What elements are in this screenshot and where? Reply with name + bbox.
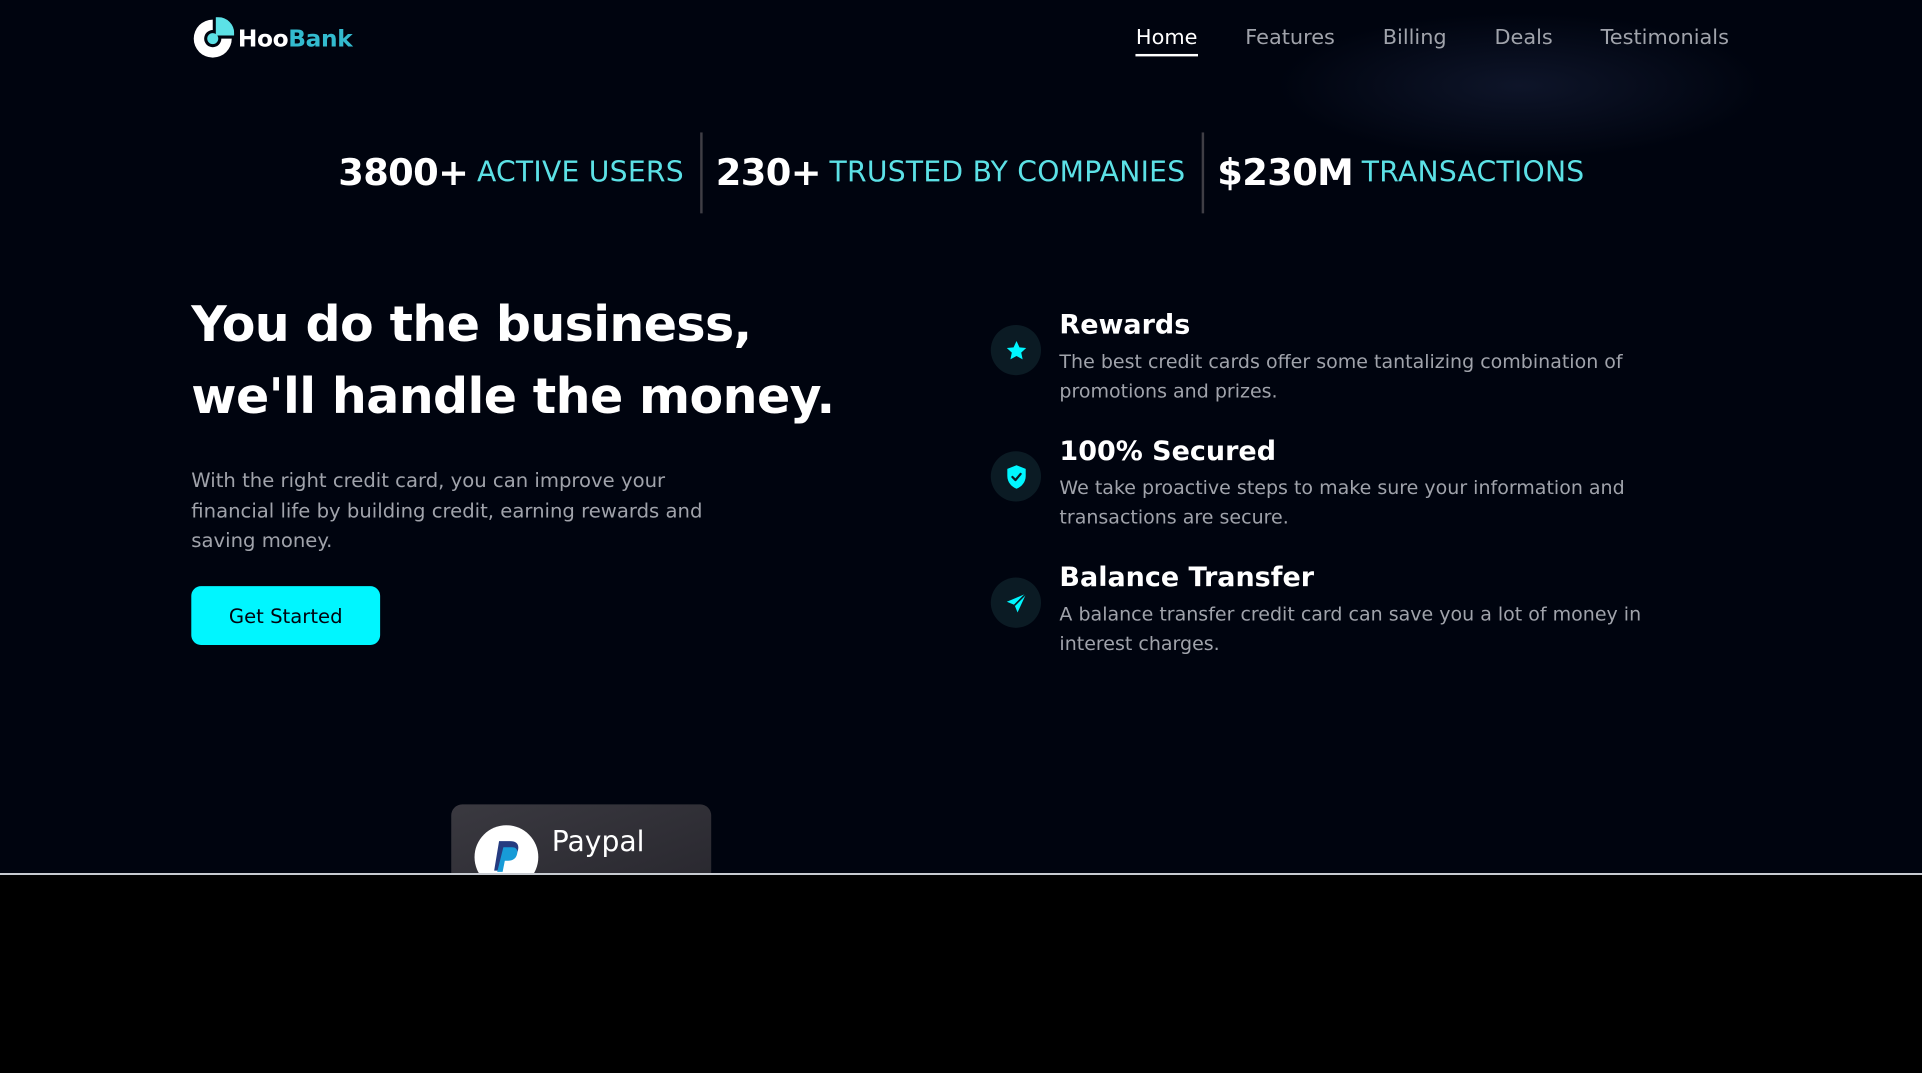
hero-description: With the right credit card, you can impr… xyxy=(191,468,703,552)
stat-divider xyxy=(699,132,703,214)
nav-link-home[interactable]: Home xyxy=(1135,26,1198,57)
stat-trusted-companies: 230+ TRUSTED BY COMPANIES xyxy=(716,151,1186,194)
landing-page: HooBank Home Features Billing Deals Test… xyxy=(0,0,1922,874)
logo-icon xyxy=(193,17,235,58)
feature-title: 100% Secured xyxy=(1059,436,1277,468)
stats-bar: 3800+ ACTIVE USERS 230+ TRUSTED BY COMPA… xyxy=(0,132,1922,214)
main-nav: Home Features Billing Deals Testimonials xyxy=(1135,26,1729,57)
get-started-button[interactable]: Get Started xyxy=(191,586,381,645)
stat-value: 230+ xyxy=(715,151,822,195)
nav-link-testimonials[interactable]: Testimonials xyxy=(1601,26,1729,57)
brand-name-part1: Hoo xyxy=(237,25,289,53)
brand-name-part2: Bank xyxy=(288,25,353,53)
brand-name: HooBank xyxy=(237,25,353,53)
stat-label: TRANSACTIONS xyxy=(1361,156,1585,189)
star-icon xyxy=(990,324,1042,376)
feature-title: Rewards xyxy=(1059,310,1191,341)
paypal-logo-icon xyxy=(474,825,539,874)
stat-label: ACTIVE USERS xyxy=(476,156,684,189)
nav-link-deals[interactable]: Deals xyxy=(1494,26,1552,57)
stat-divider xyxy=(1201,132,1204,214)
shield-icon xyxy=(990,451,1042,502)
stat-active-users: 3800+ ACTIVE USERS xyxy=(338,151,684,194)
send-icon xyxy=(990,577,1042,628)
feature-description: We take proactive steps to make sure you… xyxy=(1059,476,1625,529)
feature-description: The best credit cards offer some tantali… xyxy=(1059,350,1623,403)
paypal-card-title: Paypal xyxy=(551,826,645,859)
logo[interactable]: HooBank xyxy=(191,17,353,60)
stat-label: TRUSTED BY COMPANIES xyxy=(829,156,1186,189)
hero-title: You do the business, we'll handle the mo… xyxy=(191,296,835,426)
nav-link-features[interactable]: Features xyxy=(1245,26,1335,57)
feature-description: A balance transfer credit card can save … xyxy=(1059,603,1642,655)
stat-value: 3800+ xyxy=(338,151,469,195)
nav-link-billing[interactable]: Billing xyxy=(1383,26,1447,57)
stat-transactions: $230M TRANSACTIONS xyxy=(1217,151,1584,194)
stat-value: $230M xyxy=(1217,151,1354,195)
feature-title: Balance Transfer xyxy=(1059,562,1315,594)
paypal-card[interactable]: Paypal xyxy=(451,804,712,874)
